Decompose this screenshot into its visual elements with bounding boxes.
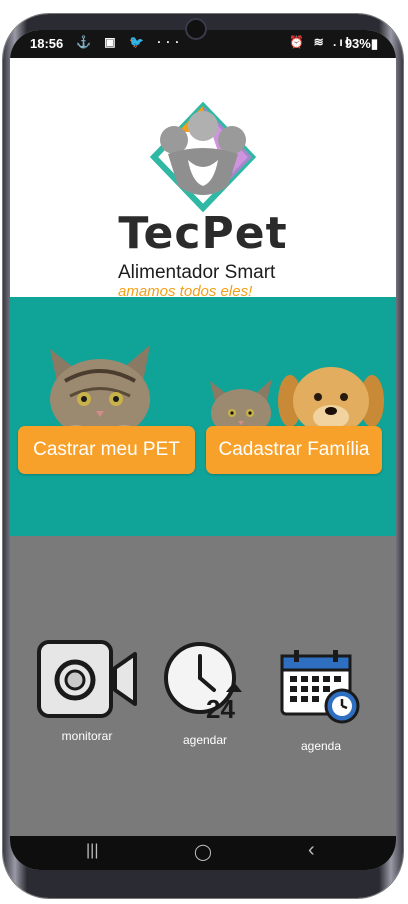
calendar-clock-icon [280, 650, 360, 724]
pets-section [10, 297, 396, 536]
front-camera [185, 18, 207, 40]
battery-indicator: 93%▮ [344, 36, 378, 51]
app-screen: 18:56 ⚓ ▣ 🐦 ··· ⏰ ≋ .ıl 93%▮ TecPet Alim… [10, 30, 396, 870]
phone-mockup: 18:56 ⚓ ▣ 🐦 ··· ⏰ ≋ .ıl 93%▮ TecPet Alim… [0, 0, 408, 904]
tecpet-logo-icon [149, 102, 257, 212]
home-icon[interactable]: ◯ [194, 842, 212, 862]
agendar-button[interactable]: 24 agendar [160, 638, 250, 747]
back-icon[interactable]: ‹ [308, 839, 315, 862]
notification-icons: ⚓ ▣ 🐦 ··· [76, 35, 185, 49]
brand-subtitle: Alimentador Smart [118, 262, 276, 283]
svg-text:24: 24 [206, 694, 235, 724]
agendar-label: agendar [182, 733, 228, 747]
agenda-button[interactable]: agenda [276, 646, 366, 753]
video-camera-icon [37, 640, 137, 718]
system-navigation-bar: ||| ◯ ‹ [10, 836, 396, 870]
monitorar-label: monitorar [61, 729, 113, 743]
cadastrar-familia-button[interactable]: Cadastrar Família [206, 426, 382, 474]
monitorar-button[interactable]: monitorar [32, 638, 142, 743]
system-icons: ⏰ ≋ .ıl [289, 35, 352, 49]
castrar-pet-button[interactable]: Castrar meu PET [18, 426, 195, 474]
brand-header: TecPet Alimentador Smart amamos todos el… [10, 58, 396, 300]
status-time: 18:56 [30, 36, 64, 51]
brand-name: TecPet [118, 208, 288, 259]
clock-24-icon: 24 [164, 642, 242, 724]
recents-icon[interactable]: ||| [86, 842, 98, 860]
agenda-label: agenda [300, 739, 342, 753]
